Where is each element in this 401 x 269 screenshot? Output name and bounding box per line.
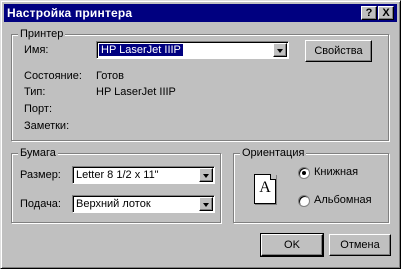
print-setup-dialog: Настройка принтера ? X Принтер Имя: HP L… bbox=[0, 0, 401, 269]
help-button[interactable]: ? bbox=[361, 6, 377, 20]
chevron-down-icon bbox=[277, 49, 283, 53]
ok-button[interactable]: OK bbox=[260, 233, 324, 257]
printer-port-label: Порт: bbox=[24, 103, 52, 115]
printer-group-label: Принтер bbox=[18, 27, 66, 41]
landscape-radio[interactable] bbox=[298, 195, 310, 207]
paper-source-dropdown-button[interactable] bbox=[199, 197, 213, 211]
portrait-radio[interactable] bbox=[298, 167, 310, 179]
printer-type-label: Тип: bbox=[24, 86, 46, 98]
landscape-label[interactable]: Альбомная bbox=[314, 194, 372, 206]
printer-name-label: Имя: bbox=[24, 44, 49, 56]
page-icon-letter: A bbox=[259, 179, 271, 196]
properties-button[interactable]: Свойства bbox=[305, 40, 372, 62]
title-bar[interactable]: Настройка принтера ? X bbox=[4, 4, 397, 22]
orientation-group-label: Ориентация bbox=[240, 146, 307, 160]
cancel-button[interactable]: Отмена bbox=[329, 234, 391, 256]
chevron-down-icon bbox=[203, 174, 209, 178]
close-button[interactable]: X bbox=[378, 6, 394, 20]
printer-comment-label: Заметки: bbox=[24, 120, 70, 132]
printer-name-value: HP LaserJet IIIP bbox=[99, 44, 183, 56]
portrait-label[interactable]: Книжная bbox=[314, 166, 358, 178]
paper-source-label: Подача: bbox=[20, 198, 61, 210]
paper-size-label: Размер: bbox=[20, 169, 61, 181]
radio-selected-dot bbox=[302, 171, 306, 175]
paper-size-select[interactable]: Letter 8 1/2 x 11" bbox=[72, 166, 215, 184]
printer-group: Принтер Имя: HP LaserJet IIIP Свойства С… bbox=[11, 27, 389, 141]
paper-group: Бумага Размер: Letter 8 1/2 x 11" Подача… bbox=[11, 146, 221, 223]
orientation-group: Ориентация A Книжная Альбомная bbox=[233, 146, 389, 223]
paper-source-value: Верхний лоток bbox=[76, 198, 151, 210]
page-orientation-icon: A bbox=[254, 174, 276, 204]
paper-group-label: Бумага bbox=[18, 146, 58, 160]
window-title: Настройка принтера bbox=[7, 6, 133, 20]
printer-status-label: Состояние: bbox=[24, 70, 82, 82]
printer-name-select[interactable]: HP LaserJet IIIP bbox=[96, 41, 289, 59]
paper-size-value: Letter 8 1/2 x 11" bbox=[76, 169, 159, 181]
printer-name-dropdown-button[interactable] bbox=[273, 43, 287, 57]
paper-source-select[interactable]: Верхний лоток bbox=[72, 195, 215, 213]
printer-status-value: Готов bbox=[96, 70, 124, 82]
chevron-down-icon bbox=[203, 203, 209, 207]
paper-size-dropdown-button[interactable] bbox=[199, 168, 213, 182]
printer-type-value: HP LaserJet IIIP bbox=[96, 86, 176, 98]
